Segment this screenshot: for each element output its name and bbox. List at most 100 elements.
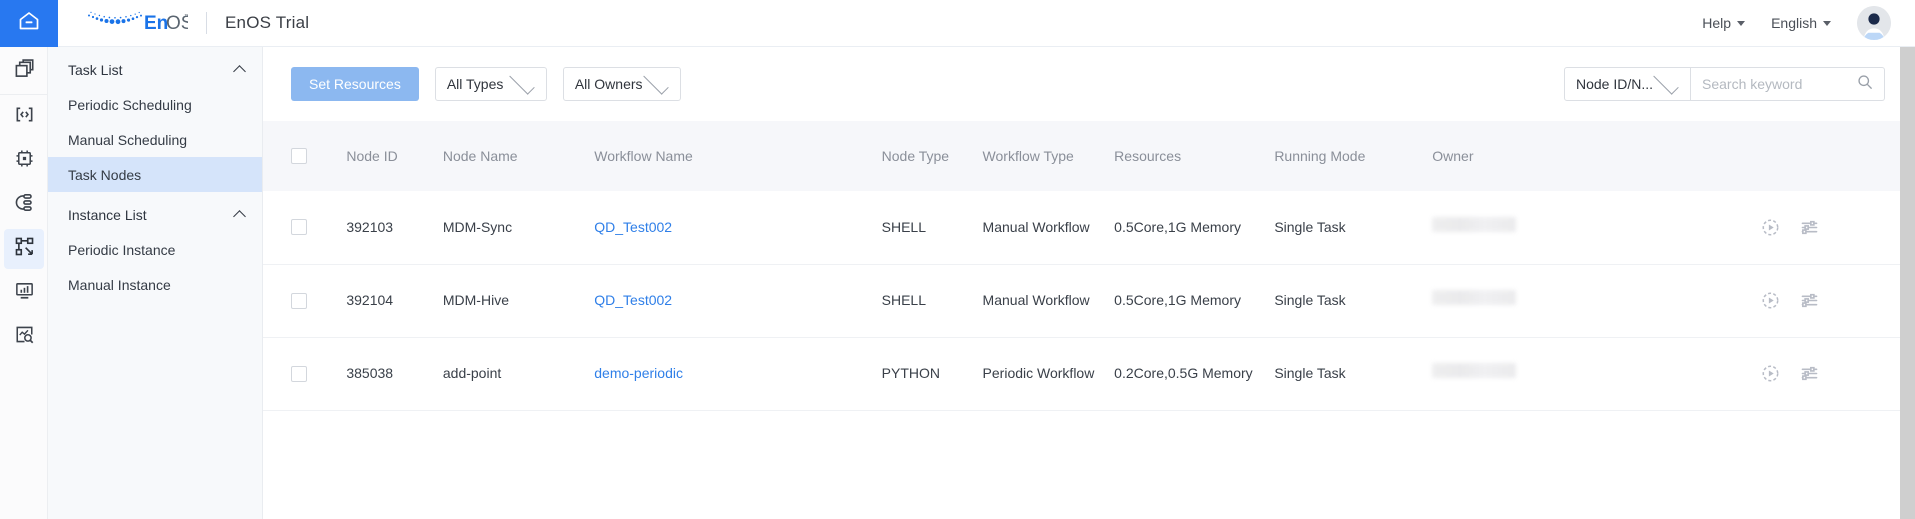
node-settings-button[interactable] [1800, 364, 1819, 383]
rail-item-layers[interactable] [0, 47, 48, 95]
language-menu[interactable]: English [1771, 15, 1831, 31]
col-running-mode[interactable]: Running Mode [1274, 121, 1432, 191]
col-node-id[interactable]: Node ID [346, 121, 443, 191]
sidebar-item-periodic-instance[interactable]: Periodic Instance [48, 232, 262, 267]
col-workflow-type[interactable]: Workflow Type [983, 121, 1115, 191]
nav-item-label: Manual Instance [68, 277, 171, 293]
col-node-name[interactable]: Node Name [443, 121, 594, 191]
owner-redacted [1432, 290, 1516, 305]
table-header-row: Node ID Node Name Workflow Name Node Typ… [263, 121, 1915, 191]
cell-running-mode: Single Task [1274, 264, 1432, 337]
type-filter-value: All Types [447, 76, 504, 92]
search-scope-select[interactable]: Node ID/N... [1564, 67, 1691, 101]
rail-item-code[interactable] [0, 95, 48, 139]
col-resources[interactable]: Resources [1114, 121, 1274, 191]
avatar[interactable] [1857, 6, 1891, 40]
run-circle-icon [1761, 371, 1780, 386]
cell-owner [1432, 337, 1761, 410]
run-node-button[interactable] [1761, 291, 1780, 310]
header-actions: Help English [1702, 6, 1915, 40]
run-circle-icon [1761, 298, 1780, 313]
cell-node-name: MDM-Sync [443, 191, 594, 264]
cell-resources: 0.5Core,1G Memory [1114, 191, 1274, 264]
rail-item-monitor[interactable] [0, 271, 48, 315]
row-checkbox[interactable] [291, 219, 307, 235]
icon-rail [0, 47, 48, 519]
owner-redacted [1432, 363, 1516, 378]
workflow-link[interactable]: QD_Test002 [594, 292, 672, 308]
run-circle-icon [1761, 225, 1780, 240]
row-select-cell [263, 191, 346, 264]
cell-workflow-name: QD_Test002 [594, 264, 881, 337]
nav-item-label: Periodic Scheduling [68, 97, 192, 113]
workflow-link[interactable]: demo-periodic [594, 365, 683, 381]
owner-filter-value: All Owners [575, 76, 643, 92]
cell-node-id: 385038 [346, 337, 443, 410]
rail-item-chart-search[interactable] [0, 315, 48, 359]
cell-node-type: SHELL [882, 191, 983, 264]
node-settings-button[interactable] [1800, 218, 1819, 237]
table-row[interactable]: 392103 MDM-Sync QD_Test002 SHELL Manual … [263, 191, 1915, 264]
sidebar-item-manual-scheduling[interactable]: Manual Scheduling [48, 122, 262, 157]
chevron-down-icon [1737, 21, 1745, 26]
row-checkbox[interactable] [291, 366, 307, 382]
sidebar-item-manual-instance[interactable]: Manual Instance [48, 267, 262, 302]
product-name: EnOS Trial [225, 13, 309, 33]
col-owner[interactable]: Owner [1432, 121, 1761, 191]
table-toolbar: Set Resources All Types All Owners Node … [263, 47, 1915, 121]
search-input[interactable] [1702, 76, 1857, 92]
owner-filter-select[interactable]: All Owners [563, 67, 681, 101]
help-menu[interactable]: Help [1702, 15, 1745, 31]
search-scope-value: Node ID/N... [1576, 76, 1653, 92]
run-node-button[interactable] [1761, 218, 1780, 237]
cell-workflow-type: Periodic Workflow [983, 337, 1115, 410]
node-settings-button[interactable] [1800, 291, 1819, 310]
nav-group-instance-list[interactable]: Instance List [48, 197, 262, 232]
cell-actions [1761, 264, 1915, 337]
nav-item-label: Task Nodes [68, 167, 141, 183]
table-row[interactable]: 392104 MDM-Hive QD_Test002 SHELL Manual … [263, 264, 1915, 337]
cell-workflow-type: Manual Workflow [983, 191, 1115, 264]
table-row[interactable]: 385038 add-point demo-periodic PYTHON Pe… [263, 337, 1915, 410]
cell-owner [1432, 264, 1761, 337]
workflow-link[interactable]: QD_Test002 [594, 219, 672, 235]
nav-group-label: Instance List [68, 207, 147, 223]
run-node-button[interactable] [1761, 364, 1780, 383]
chevron-down-icon [643, 69, 668, 94]
sidebar-item-task-nodes[interactable]: Task Nodes [48, 157, 262, 192]
col-node-type[interactable]: Node Type [882, 121, 983, 191]
cell-running-mode: Single Task [1274, 337, 1432, 410]
monitor-chart-icon [14, 280, 35, 306]
brand-logo[interactable]: En OS ™ EnOS Trial [80, 6, 309, 40]
page-scrollbar[interactable] [1900, 47, 1915, 519]
main-content: Set Resources All Types All Owners Node … [263, 47, 1915, 519]
chevron-up-icon [233, 65, 246, 78]
secondary-navigation: Task List Periodic Scheduling Manual Sch… [48, 47, 263, 519]
cell-workflow-type: Manual Workflow [983, 264, 1115, 337]
rail-item-chip[interactable] [0, 139, 48, 183]
cell-node-id: 392104 [346, 264, 443, 337]
col-workflow-name[interactable]: Workflow Name [594, 121, 881, 191]
owner-redacted [1432, 217, 1516, 232]
row-select-cell [263, 337, 346, 410]
search-icon[interactable] [1857, 74, 1873, 95]
cell-actions [1761, 337, 1915, 410]
select-all-checkbox[interactable] [291, 148, 307, 164]
chevron-down-icon [509, 69, 534, 94]
home-button[interactable] [0, 0, 58, 47]
sidebar-item-periodic-scheduling[interactable]: Periodic Scheduling [48, 87, 262, 122]
chevron-down-icon [1653, 69, 1678, 94]
rail-item-workflow[interactable] [0, 227, 48, 271]
nav-group-task-list[interactable]: Task List [48, 52, 262, 87]
cell-node-id: 392103 [346, 191, 443, 264]
type-filter-select[interactable]: All Types [435, 67, 547, 101]
rail-item-connection[interactable] [0, 183, 48, 227]
cell-node-type: SHELL [882, 264, 983, 337]
sliders-settings-icon [1800, 298, 1819, 313]
nav-item-label: Manual Scheduling [68, 132, 187, 148]
user-avatar-icon [1857, 6, 1891, 40]
nav-group-label: Task List [68, 62, 122, 78]
row-checkbox[interactable] [291, 293, 307, 309]
nav-item-label: Periodic Instance [68, 242, 175, 258]
set-resources-button[interactable]: Set Resources [291, 67, 419, 101]
